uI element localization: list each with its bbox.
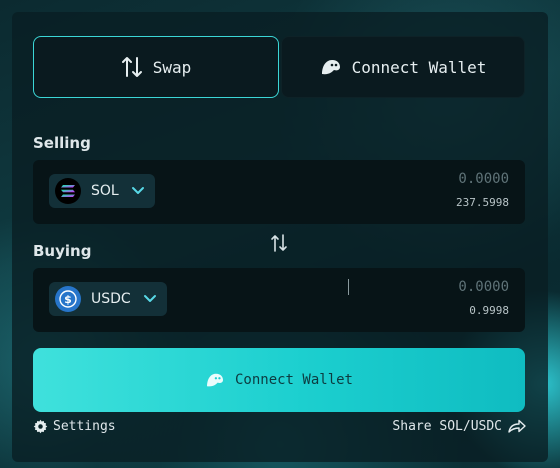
- up-down-arrows-icon: [121, 55, 143, 79]
- share-arrow-icon: [508, 419, 526, 433]
- solana-logo-icon: [55, 178, 81, 204]
- connect-wallet-label: Connect Wallet: [234, 372, 353, 388]
- tab-connect-wallet[interactable]: Connect Wallet: [281, 36, 525, 98]
- selling-label: Selling: [33, 134, 91, 152]
- buying-amount-input[interactable]: [348, 279, 509, 295]
- selling-box: SOL 237.5998: [33, 160, 525, 224]
- ghost-wallet-icon: [320, 58, 342, 76]
- switch-direction-button[interactable]: [269, 234, 289, 256]
- buying-box: $ USDC 0.9998: [33, 268, 525, 332]
- buying-balance: 0.9998: [469, 304, 509, 317]
- chevron-down-icon: [143, 294, 157, 304]
- share-label: Share SOL/USDC: [392, 418, 502, 434]
- selling-token-selector[interactable]: SOL: [49, 174, 155, 208]
- connect-wallet-button[interactable]: Connect Wallet: [33, 348, 525, 412]
- buying-label: Buying: [33, 242, 92, 260]
- up-down-arrows-icon: [270, 233, 288, 257]
- tab-connect-label: Connect Wallet: [351, 57, 487, 77]
- buying-token-symbol: USDC: [91, 291, 131, 307]
- ghost-wallet-icon: [205, 372, 225, 388]
- selling-balance: 237.5998: [456, 196, 509, 209]
- buying-token-selector[interactable]: $ USDC: [49, 282, 167, 316]
- selling-amount-input[interactable]: [349, 171, 509, 187]
- settings-label: Settings: [53, 418, 116, 434]
- tab-swap-label: Swap: [152, 57, 192, 77]
- usdc-logo-icon: $: [55, 286, 81, 312]
- chevron-down-icon: [131, 186, 145, 196]
- settings-button[interactable]: Settings: [33, 416, 116, 436]
- share-button[interactable]: Share SOL/USDC: [392, 416, 526, 436]
- gear-icon: [33, 419, 48, 434]
- svg-text:$: $: [64, 293, 72, 306]
- tab-swap[interactable]: Swap: [33, 36, 279, 98]
- selling-token-symbol: SOL: [91, 183, 119, 199]
